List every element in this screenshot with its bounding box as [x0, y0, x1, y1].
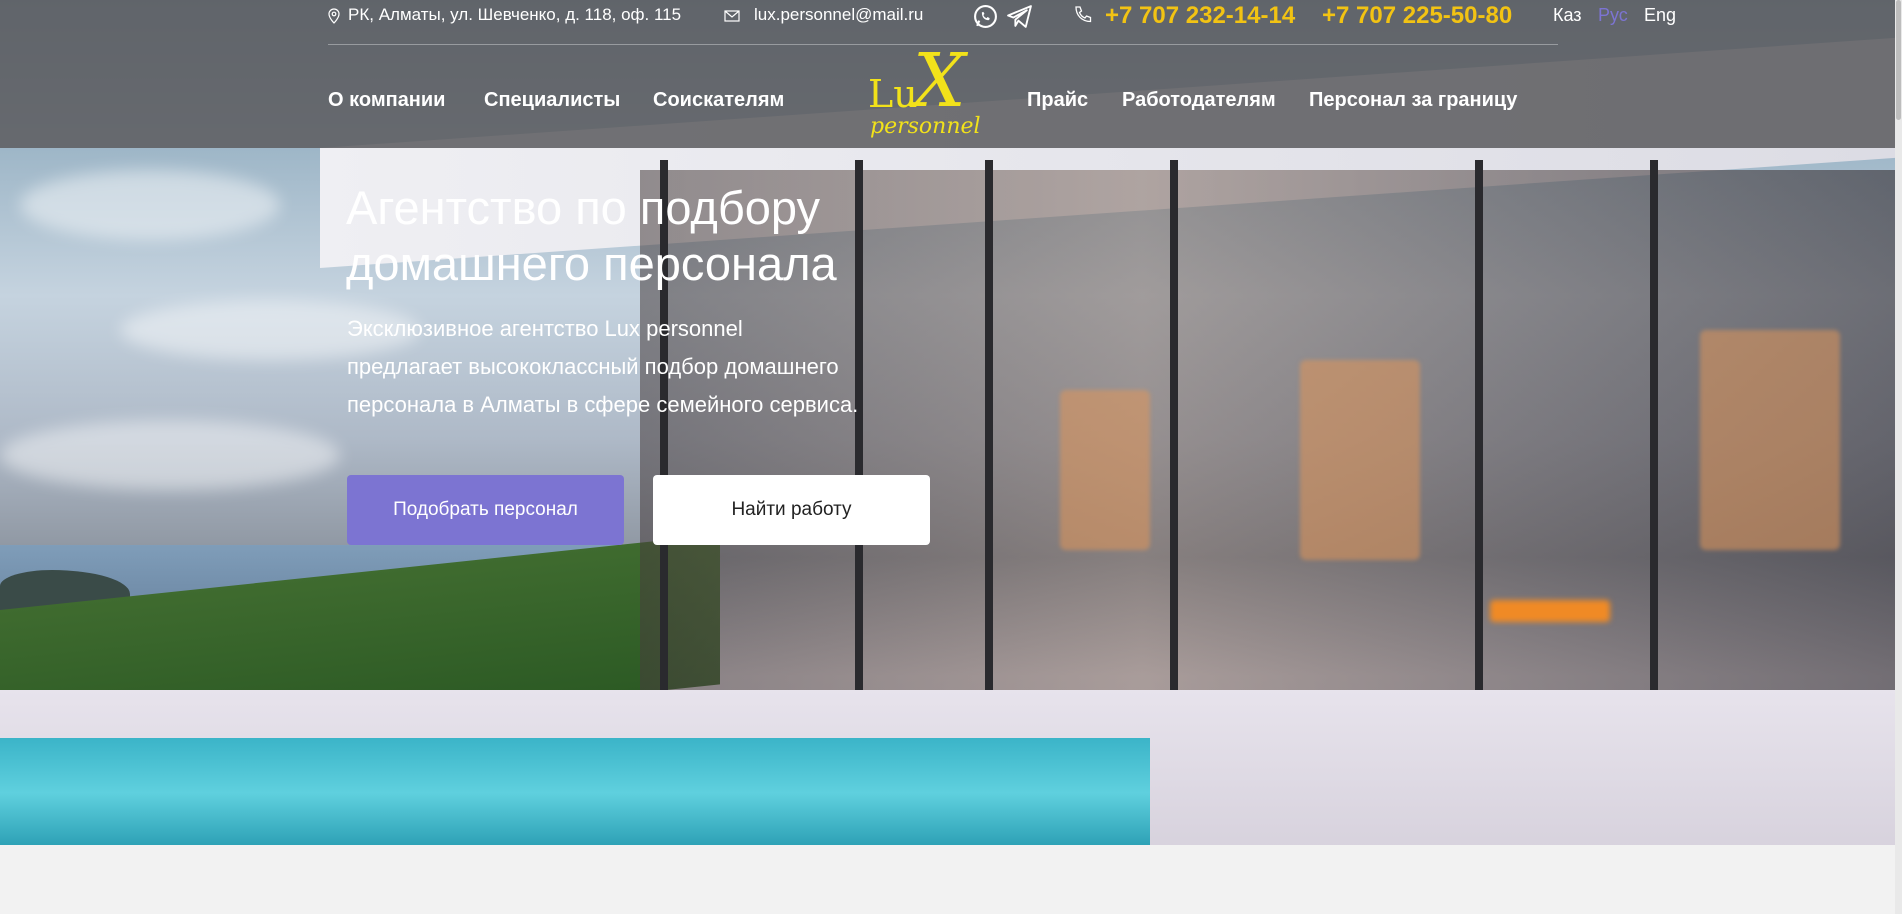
find-job-button[interactable]: Найти работу	[653, 475, 930, 545]
language-en[interactable]: Eng	[1644, 5, 1676, 26]
mail-icon	[724, 9, 740, 22]
phone-link-2[interactable]: +7 707 225-50-80	[1322, 2, 1512, 30]
pool	[0, 738, 1150, 845]
nav-candidates[interactable]: Соискателям	[653, 89, 784, 112]
address-text: РК, Алматы, ул. Шевченко, д. 118, оф. 11…	[348, 5, 682, 24]
page-scrollbar[interactable]	[1895, 0, 1902, 914]
site-logo[interactable]: X Lu personnel	[868, 38, 981, 146]
hero-lead-line: Эксклюзивное агентство Lux personnel	[347, 316, 743, 341]
window-frame	[1170, 160, 1178, 760]
whatsapp-icon[interactable]	[973, 4, 998, 29]
window-frame	[985, 160, 993, 760]
language-kz[interactable]: Каз	[1553, 5, 1582, 26]
hero-lead: Эксклюзивное агентство Lux personnel пре…	[347, 310, 947, 424]
window-frame	[1650, 160, 1658, 760]
email-link[interactable]: lux.personnel@mail.ru	[724, 5, 923, 25]
logo-personnel: personnel	[870, 114, 981, 139]
window-frame	[1475, 160, 1483, 760]
cloud	[20, 170, 280, 240]
language-ru[interactable]: Рус	[1598, 5, 1628, 26]
find-staff-button[interactable]: Подобрать персонал	[347, 475, 624, 545]
nav-about[interactable]: О компании	[328, 89, 445, 112]
logo-lu: Lu	[868, 72, 918, 116]
cloud	[0, 420, 340, 490]
phone-link-1[interactable]: +7 707 232-14-14	[1105, 2, 1295, 30]
nav-specialists[interactable]: Специалисты	[484, 89, 620, 112]
logo-x: X	[913, 38, 966, 124]
hero-lead-line: предлагает высококлассный подбор домашне…	[347, 354, 839, 379]
email-text: lux.personnel@mail.ru	[754, 5, 924, 24]
scrollbar-thumb[interactable]	[1896, 0, 1901, 120]
telegram-icon[interactable]	[1006, 4, 1033, 29]
site-header: РК, Алматы, ул. Шевченко, д. 118, оф. 11…	[0, 0, 1895, 148]
location-pin-icon	[328, 7, 340, 24]
phone-icon	[1075, 6, 1092, 23]
fireplace	[1490, 600, 1610, 622]
address: РК, Алматы, ул. Шевченко, д. 118, оф. 11…	[328, 5, 681, 25]
interior-light	[1060, 390, 1150, 550]
hero-lead-line: персонала в Алматы в сфере семейного сер…	[347, 392, 859, 417]
hero-title: Агентство по подбору домашнего персонала	[346, 180, 986, 292]
interior-light	[1300, 360, 1420, 560]
interior-light	[1700, 330, 1840, 550]
nav-employers[interactable]: Работодателям	[1122, 89, 1276, 112]
nav-staff-abroad[interactable]: Персонал за границу	[1309, 89, 1517, 112]
hero-title-line: Агентство по подбору	[346, 181, 821, 234]
nav-price[interactable]: Прайс	[1027, 89, 1088, 112]
hero-title-line: домашнего персонала	[346, 237, 837, 290]
